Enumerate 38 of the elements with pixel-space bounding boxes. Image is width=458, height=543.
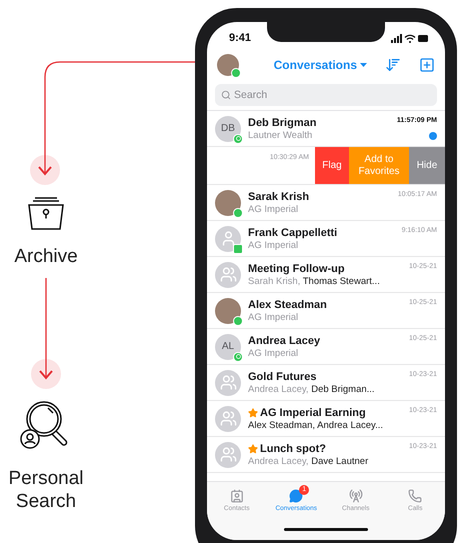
conversation-subtitle: AG Imperial xyxy=(248,312,300,322)
conversation-name: Andrea Lacey xyxy=(248,334,322,346)
status-icons xyxy=(391,34,429,42)
conversation-name: Gold Futures xyxy=(248,370,318,382)
search-field[interactable]: Search xyxy=(215,84,437,106)
search-icon xyxy=(221,90,231,100)
conversation-subtitle: AG Imperial xyxy=(248,240,300,250)
chat-bubble-icon xyxy=(289,488,304,502)
compose-icon[interactable] xyxy=(419,57,435,73)
conversation-subtitle: Sarah Krish, Thomas Stewart... xyxy=(248,276,381,286)
sort-icon[interactable] xyxy=(385,57,401,73)
star-icon xyxy=(248,444,258,454)
feature-label: Archive xyxy=(13,245,79,268)
caret-icon xyxy=(360,62,367,68)
initials-avatar: AL xyxy=(215,334,241,360)
conversation-subtitle: Lautner Wealth xyxy=(248,130,314,140)
initials-avatar: DB xyxy=(215,116,241,142)
radio-tower-icon xyxy=(348,488,363,502)
conversation-name: Deb Brigman xyxy=(248,116,318,128)
swipe-action-button[interactable]: Flag xyxy=(315,147,349,184)
contact-card-icon xyxy=(230,488,244,502)
phone-icon xyxy=(408,488,422,502)
star-icon xyxy=(248,408,258,418)
conversation-subtitle: Andrea Lacey, Deb Brigman... xyxy=(248,384,376,394)
conversation-name: Meeting Follow-up xyxy=(248,262,346,274)
conversation-name: AG Imperial Earning xyxy=(248,406,409,418)
unread-dot xyxy=(429,132,437,140)
conversation-subtitle: AG Imperial xyxy=(248,204,300,214)
conversation-name: Lunch spot? xyxy=(248,442,409,454)
conversation-name: Alex Steadman xyxy=(248,298,328,310)
conversation-subtitle: Alex Steadman, Andrea Lacey... xyxy=(248,420,384,430)
feature-label: Personal Search xyxy=(8,467,84,513)
conversation-subtitle: Andrea Lacey, Dave Lautner xyxy=(248,456,370,466)
conversation-name: Frank Cappelletti xyxy=(248,226,338,238)
conversation-name: Sarak Krish xyxy=(248,190,310,202)
status-time: 9:41 xyxy=(229,32,252,44)
user-photo-placeholder[interactable] xyxy=(217,54,239,76)
conversation-subtitle: AG Imperial xyxy=(248,348,300,358)
